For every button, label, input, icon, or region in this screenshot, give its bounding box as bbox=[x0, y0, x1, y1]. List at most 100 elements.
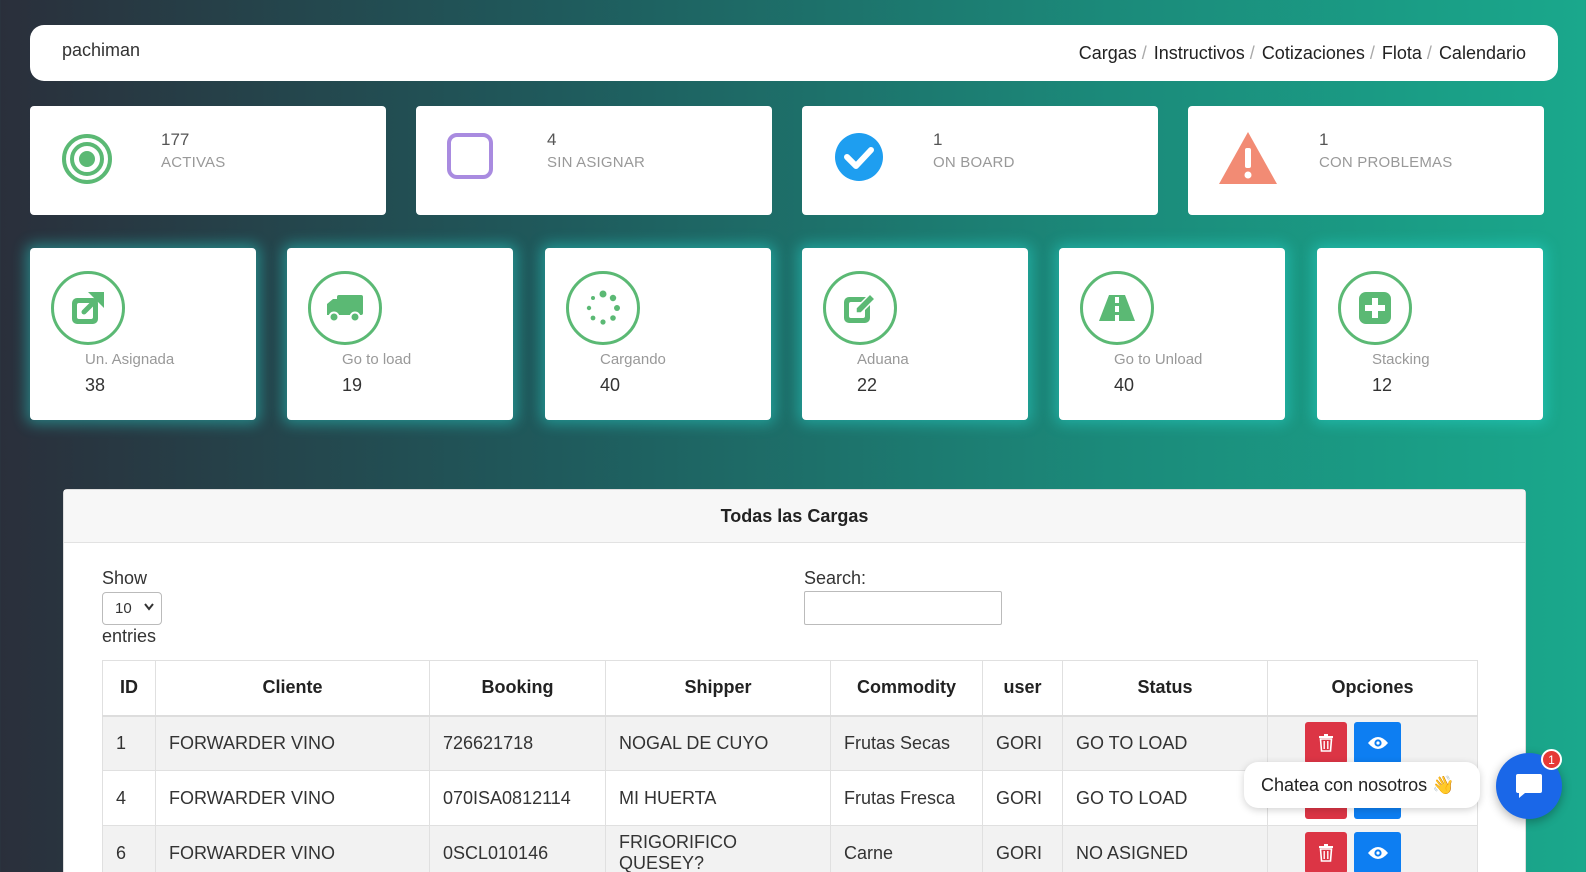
road-icon bbox=[1080, 271, 1154, 345]
entries-value: 10 bbox=[115, 600, 132, 617]
process-card-stacking[interactable]: Stacking 12 bbox=[1317, 248, 1543, 420]
trash-icon bbox=[1319, 734, 1333, 753]
view-button[interactable] bbox=[1354, 832, 1402, 872]
nav-link-cotizaciones[interactable]: Cotizaciones bbox=[1262, 43, 1365, 64]
cell-shipper: FRIGORIFICO QUESEY? bbox=[605, 825, 831, 872]
delete-button[interactable] bbox=[1305, 722, 1347, 765]
nav-link-instructivos[interactable]: Instructivos bbox=[1154, 43, 1245, 64]
cell-user: GORI bbox=[982, 770, 1063, 826]
stat-value: 177 bbox=[161, 130, 190, 149]
breadcrumb-separator: / bbox=[1426, 42, 1432, 63]
cell-booking: 070ISA0812114 bbox=[429, 770, 606, 826]
entries-select[interactable]: 10 bbox=[102, 592, 162, 625]
process-card-go-to-load[interactable]: Go to load 19 bbox=[287, 248, 513, 420]
process-label: Aduana bbox=[857, 351, 909, 368]
stat-value: 1 bbox=[1319, 130, 1329, 149]
column-header-cliente[interactable]: Cliente bbox=[155, 660, 430, 717]
stat-card-sin-asignar[interactable]: 4 SIN ASIGNAR bbox=[416, 106, 772, 215]
spinner-icon bbox=[566, 271, 640, 345]
cell-id: 4 bbox=[102, 770, 156, 826]
process-label: Go to Unload bbox=[1114, 351, 1203, 368]
stat-label: CON PROBLEMAS bbox=[1319, 154, 1453, 171]
target-icon bbox=[60, 132, 114, 186]
eye-icon bbox=[1367, 847, 1388, 859]
process-label: Stacking bbox=[1372, 351, 1430, 368]
process-label: Un. Asignada bbox=[85, 351, 175, 368]
edit-icon bbox=[823, 271, 897, 345]
search-label: Search: bbox=[804, 568, 867, 588]
entries-label: entries bbox=[102, 626, 157, 646]
cell-status: NO ASIGNED bbox=[1062, 825, 1268, 872]
process-label: Cargando bbox=[600, 351, 666, 368]
column-header-user[interactable]: user bbox=[982, 660, 1063, 717]
eye-icon bbox=[1367, 737, 1388, 750]
cell-id: 6 bbox=[102, 825, 156, 872]
cargas-panel: Todas las Cargas Show 10 entries Search:… bbox=[63, 489, 1526, 872]
stat-card-activas[interactable]: 177 ACTIVAS bbox=[30, 106, 386, 215]
cell-cliente: FORWARDER VINO bbox=[155, 715, 430, 771]
table-row: 6 FORWARDER VINO 0SCL010146 FRIGORIFICO … bbox=[102, 825, 1478, 872]
truck-icon bbox=[308, 271, 382, 345]
square-icon bbox=[446, 132, 500, 186]
stat-card-con-problemas[interactable]: 1 CON PROBLEMAS bbox=[1188, 106, 1544, 215]
nav-link-cargas[interactable]: Cargas bbox=[1079, 43, 1137, 64]
breadcrumb-separator: / bbox=[1141, 42, 1147, 63]
show-label: Show bbox=[102, 568, 148, 588]
process-value: 19 bbox=[342, 375, 363, 395]
cell-opciones bbox=[1267, 825, 1478, 872]
breadcrumb-separator: / bbox=[1369, 42, 1375, 63]
top-navbar: pachiman Cargas / Instructivos / Cotizacio… bbox=[30, 25, 1558, 81]
plus-square-icon bbox=[1338, 271, 1412, 345]
process-value: 40 bbox=[600, 375, 621, 395]
process-value: 38 bbox=[85, 375, 106, 395]
table-header-row: ID Cliente Booking Shipper Commodity use… bbox=[102, 660, 1478, 717]
cell-cliente: FORWARDER VINO bbox=[155, 770, 430, 826]
stat-label: SIN ASIGNAR bbox=[547, 154, 646, 171]
process-card-un-asignada[interactable]: Un. Asignada 38 bbox=[30, 248, 256, 420]
process-label: Go to load bbox=[342, 351, 412, 368]
brand-name[interactable]: pachiman bbox=[62, 40, 140, 61]
delete-button[interactable] bbox=[1305, 832, 1347, 872]
stat-value: 1 bbox=[933, 130, 943, 149]
cell-booking: 0SCL010146 bbox=[429, 825, 606, 872]
cell-shipper: NOGAL DE CUYO bbox=[605, 715, 831, 771]
stat-value: 4 bbox=[547, 130, 557, 149]
chat-notification-badge: 1 bbox=[1541, 749, 1562, 770]
cell-id: 1 bbox=[102, 715, 156, 771]
breadcrumb: Cargas / Instructivos / Cotizaciones / Flot… bbox=[1079, 43, 1526, 64]
nav-link-flota[interactable]: Flota bbox=[1382, 43, 1422, 64]
search-input[interactable] bbox=[804, 591, 1002, 625]
cell-commodity: Carne bbox=[830, 825, 983, 872]
panel-title: Todas las Cargas bbox=[64, 490, 1525, 543]
stat-label: ON BOARD bbox=[933, 154, 1015, 171]
chat-invite-bubble[interactable]: Chatea con nosotros 👋 bbox=[1244, 762, 1480, 808]
column-header-shipper[interactable]: Shipper bbox=[605, 660, 831, 717]
process-card-aduana[interactable]: Aduana 22 bbox=[802, 248, 1028, 420]
process-value: 12 bbox=[1372, 375, 1393, 395]
process-card-cargando[interactable]: Cargando 40 bbox=[545, 248, 771, 420]
column-header-booking[interactable]: Booking bbox=[429, 660, 606, 717]
cell-cliente: FORWARDER VINO bbox=[155, 825, 430, 872]
cell-booking: 726621718 bbox=[429, 715, 606, 771]
cell-user: GORI bbox=[982, 825, 1063, 872]
chevron-down-icon bbox=[144, 600, 154, 614]
nav-link-calendario[interactable]: Calendario bbox=[1439, 43, 1526, 64]
external-link-icon bbox=[51, 271, 125, 345]
process-card-go-to-unload[interactable]: Go to Unload 40 bbox=[1059, 248, 1285, 420]
trash-icon bbox=[1319, 844, 1333, 862]
stat-label: ACTIVAS bbox=[161, 154, 226, 171]
cell-shipper: MI HUERTA bbox=[605, 770, 831, 826]
cell-status: GO TO LOAD bbox=[1062, 770, 1268, 826]
cell-user: GORI bbox=[982, 715, 1063, 771]
column-header-status[interactable]: Status bbox=[1062, 660, 1268, 717]
cell-status: GO TO LOAD bbox=[1062, 715, 1268, 771]
column-header-opciones[interactable]: Opciones bbox=[1267, 660, 1478, 717]
breadcrumb-separator: / bbox=[1249, 42, 1255, 63]
column-header-commodity[interactable]: Commodity bbox=[830, 660, 983, 717]
column-header-id[interactable]: ID bbox=[102, 660, 156, 717]
process-value: 22 bbox=[857, 375, 878, 395]
view-button[interactable] bbox=[1354, 722, 1402, 765]
cell-commodity: Frutas Fresca bbox=[830, 770, 983, 826]
stat-card-on-board[interactable]: 1 ON BOARD bbox=[802, 106, 1158, 215]
chat-icon bbox=[1516, 774, 1542, 798]
